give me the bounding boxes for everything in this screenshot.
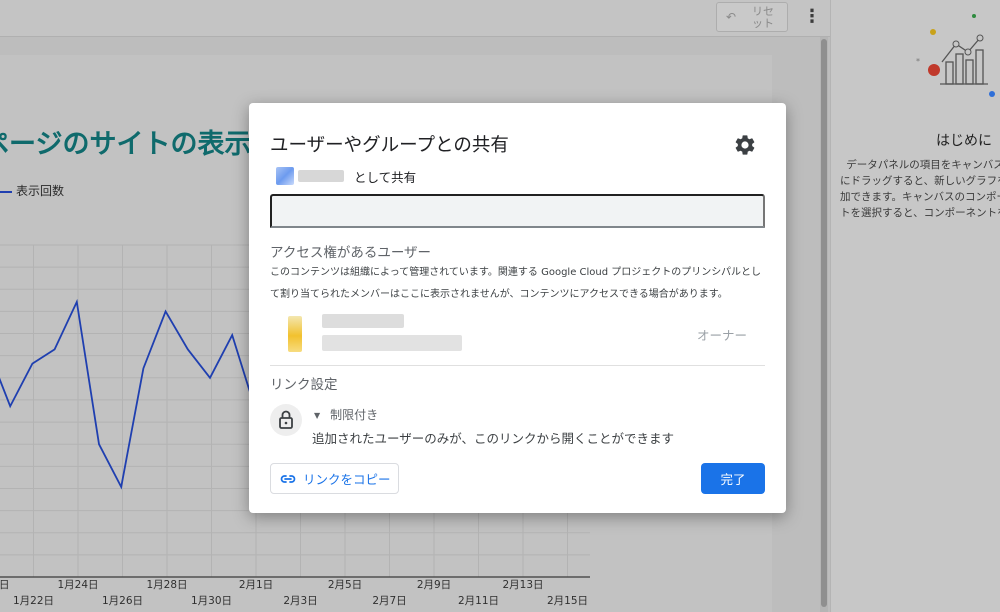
x-tick-label: 2月15日 [547,595,588,607]
restriction-description: 追加されたユーザーのみが、このリンクから開くことができます [312,431,675,446]
copy-link-label: リンクをコピー [303,473,391,487]
side-panel-description-line: 加できます。キャンバスのコンポーネン [840,191,1000,203]
owner-role-label: オーナー [697,328,748,343]
reset-button-label: リセット [752,6,774,30]
app-window: ↶ リセット ⋮ 1月21日1月22日1月24日 1月26日1月28日 1月30日 2… [0,0,1000,612]
chart-illustration-icon: * [916,14,995,97]
restriction-label: 制限付き [330,408,379,422]
undo-icon: ↶ [726,10,737,24]
share-as-account: として共有 [276,165,576,185]
x-tick-label: 2月1日 [239,579,273,591]
more-vert-icon[interactable]: ⋮ [803,6,821,28]
side-panel-description-text: データパネルの項目をキャンバスにドラッグすると、新しいグラフを追加できます。キャ… [840,157,1000,221]
reset-button[interactable]: ↶ リセット [716,2,788,32]
x-tick-label: 1月28日 [146,579,187,591]
x-tick-label: 2月9日 [417,579,451,591]
scrollbar-thumb[interactable] [821,39,827,607]
svg-text:*: * [916,57,920,66]
x-tick-label: 2月5日 [328,579,362,591]
access-description-line-1: このコンテンツは組織によって管理されています。関連する Google Cloud… [270,267,761,278]
x-tick-label: 2月13日 [502,579,543,591]
x-tick-label: 1月30日 [191,595,232,607]
access-heading: アクセス権があるユーザー [270,245,432,261]
section-divider [270,365,765,366]
done-button[interactable]: 完了 [701,463,765,494]
side-panel-description-line: にドラッグすると、新しいグラフを追 [840,175,1000,187]
dialog-title: ユーザーやグループとの共有 [270,135,509,156]
copy-link-button[interactable]: リンクをコピー [270,463,399,494]
dropdown-arrow-icon: ▼ [314,411,321,420]
share-people-input[interactable] [270,194,765,228]
share-dialog: ユーザーやグループとの共有 として共有 アクセス権があるユーザー このコンテンツ… [249,103,786,513]
x-tick-label: 1月22日 [13,595,54,607]
x-tick-label: 1月21日 [0,579,10,591]
x-tick-label: 2月11日 [458,595,499,607]
user-email-redacted [322,335,462,351]
user-list-item: オーナー [270,310,765,360]
link-restriction-dropdown[interactable]: ▼ 制限付き [314,406,378,424]
side-panel-title: はじめに [936,133,992,149]
user-name-redacted [322,314,404,328]
access-description-line-2: て割り当てられたメンバーはここに表示されませんが、コンテンツにアクセスできる場合… [270,289,728,300]
lock-icon [270,404,302,436]
x-tick-label: 2月3日 [283,595,317,607]
share-as-label: として共有 [354,170,417,185]
x-tick-label: 2月7日 [372,595,406,607]
chart-legend: 表示回数 [0,182,64,199]
editor-toolbar: ↶ リセット ⋮ [0,0,830,37]
x-tick-label: 1月26日 [102,595,143,607]
side-panel-description: データパネルの項目をキャンバスにドラッグすると、新しいグラフを追加できます。キャ… [840,157,1000,221]
account-name-redacted [298,170,344,182]
side-panel-description-line: データパネルの項目をキャンバス [846,159,1000,171]
account-avatar [276,167,294,185]
gear-icon[interactable] [733,133,757,157]
legend-label: 表示回数 [16,184,65,198]
link-settings-heading: リンク設定 [270,377,338,393]
side-panel-description-line: トを選択すると、コンポーネントを編集できます。 [840,207,1000,219]
series-line [0,298,256,490]
link-icon [280,475,296,483]
legend-swatch [0,190,12,193]
x-tick-label: 1月24日 [57,579,98,591]
access-description: このコンテンツは組織によって管理されています。関連する Google Cloud… [270,262,770,306]
user-avatar [288,316,302,352]
canvas-scrollbar[interactable] [820,37,828,612]
